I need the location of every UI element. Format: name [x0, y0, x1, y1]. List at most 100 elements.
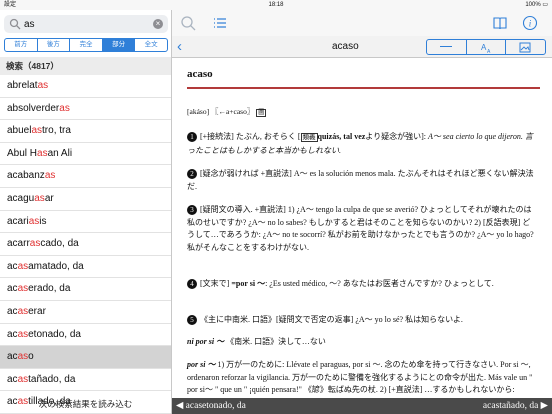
list-item-text-hl: as: [17, 373, 29, 385]
results-count: 検索（4817）: [0, 57, 171, 75]
list-item[interactable]: acaguasar: [0, 188, 171, 211]
list-item-text-pre: ac: [7, 260, 18, 272]
list-item[interactable]: abuelastro, tra: [0, 120, 171, 143]
audio-icon[interactable]: 圖: [256, 109, 267, 117]
list-item[interactable]: acarrascado, da: [0, 233, 171, 256]
font-size-button[interactable]: A A: [467, 40, 507, 54]
list-item-text-pre: ac: [7, 283, 18, 295]
sense-3: 3 [疑問文の導入. +直説法] 1) ¿A～ tengo la culpa de…: [187, 205, 534, 252]
search-mode-tab[interactable]: 後方: [38, 39, 71, 51]
result-list: abrelatas absolverderas abuelastro, tra Abu…: [0, 75, 171, 414]
status-right: 100% ▭: [525, 2, 548, 8]
search-mode-tab[interactable]: 前方: [5, 39, 38, 51]
list-item-text-hl: as: [59, 102, 70, 114]
title-divider: [187, 87, 540, 89]
sense-number: 5: [187, 315, 197, 325]
list-item-text-pre: acagu: [7, 192, 35, 204]
list-item[interactable]: absolverderas: [0, 98, 171, 121]
list-item-text-hl: as: [37, 147, 48, 159]
list-item-text-pre: absolverder: [7, 102, 60, 114]
list-item[interactable]: Abul Hasan Ali: [0, 143, 171, 166]
sidebar: × 前方後方完全部分全文 検索（4817） abrelatasabsolverd…: [0, 10, 172, 414]
sense-number: 4: [187, 279, 197, 289]
sense-5: 5 《主に中南米. 口語》[疑問文で否定の返事] ¿A～ yo lo sé? 私は…: [187, 314, 537, 327]
list-item-text-pre: ac: [7, 305, 18, 317]
list-item-text-hl: as: [17, 260, 29, 272]
view-tools: A A: [426, 39, 546, 55]
back-chevron-icon[interactable]: ‹: [177, 38, 182, 56]
synonym-tag: 類義: [300, 133, 318, 142]
search-icon[interactable]: [180, 15, 196, 31]
list-item-text-pre: ac: [7, 328, 18, 340]
list-item-text-post: erar: [28, 305, 46, 317]
svg-text:i: i: [529, 19, 532, 29]
sense-number: 2: [187, 169, 197, 179]
list-item-text-pre: abrelat: [7, 80, 38, 91]
main-pane: i ‹ acaso A A acaso [akáso] 〖←a+caso〗 圖 …: [172, 10, 552, 414]
pronunciation: [akáso] 〖←a+caso〗 圖: [187, 107, 267, 117]
image-icon: [519, 42, 531, 53]
list-item-text-post: ar: [44, 192, 54, 204]
list-item-text-hl: as: [37, 80, 49, 91]
list-item-text-pre: acabanz: [7, 170, 45, 182]
list-item[interactable]: acasetonado, da: [0, 324, 171, 347]
search-mode-tab[interactable]: 完全: [70, 39, 103, 51]
list-item[interactable]: acabanzas: [0, 165, 171, 188]
list-item-text-pre: ac: [7, 351, 18, 363]
list-item-text-post: is: [39, 215, 47, 227]
list-item[interactable]: acasamatado, da: [0, 256, 171, 279]
status-bar: 設定 18:18 100% ▭: [0, 0, 552, 10]
list-item-text-post: etonado, da: [28, 328, 81, 340]
search-mode-control[interactable]: 前方 後方 完全 部分 全文: [4, 38, 168, 52]
sense-2: 2 [疑念が弱ければ +直説法] A～ es la solución menos …: [187, 169, 534, 191]
list-item-text-post: cado, da: [40, 238, 79, 250]
prev-entry-button[interactable]: ◀ acasetonado, da: [176, 398, 246, 414]
search-icon: [9, 18, 21, 30]
font-size-icon: A A: [481, 43, 491, 54]
search-box[interactable]: ×: [4, 15, 168, 33]
list-item[interactable]: acastañado, da: [0, 369, 171, 392]
headword: acaso: [187, 68, 213, 80]
svg-text:A: A: [487, 49, 491, 54]
list-item-text-post: amatado, da: [28, 260, 84, 272]
list-item-text-hl: as: [17, 351, 29, 363]
list-item-text-pre: Abul H: [7, 147, 38, 159]
info-icon[interactable]: i: [522, 15, 538, 31]
image-view-button[interactable]: [506, 40, 545, 54]
list-item-text-hl: as: [17, 305, 29, 317]
sense-number: 3: [187, 205, 197, 215]
minus-button[interactable]: [427, 40, 467, 54]
list-item-text-post: o: [28, 351, 34, 363]
search-input[interactable]: [24, 17, 154, 31]
entry-content: acaso [akáso] 〖←a+caso〗 圖 1 [+接続法] たぶん, お…: [172, 58, 552, 407]
list-item-text-pre: abuel: [7, 125, 32, 137]
list-item-text-hl: as: [17, 283, 29, 295]
search-mode-tab[interactable]: 部分: [102, 39, 136, 51]
list-item-text-pre: acarr: [7, 238, 30, 250]
list-item-text-hl: as: [44, 170, 56, 182]
sense-1: 1 [+接続法] たぶん, おそらく [類義 quizás, tal vezより疑念…: [187, 132, 533, 155]
list-item-text-hl: as: [17, 328, 29, 340]
list-item-text-pre: ac: [7, 373, 18, 385]
sense-4: 4 [文末で] =por si ～: ¿Es usted médico, ～? あ…: [187, 278, 537, 291]
clear-icon[interactable]: ×: [153, 19, 163, 29]
load-more-button[interactable]: 次の検索結果を読み込む: [0, 394, 171, 414]
list-icon[interactable]: [212, 15, 228, 31]
book-icon[interactable]: [492, 15, 508, 31]
list-item[interactable]: abrelatas: [0, 75, 171, 98]
list-item-text-hl: as: [31, 125, 43, 137]
list-item[interactable]: acaserar: [0, 301, 171, 324]
list-item-text-hl: as: [29, 238, 41, 250]
next-entry-button[interactable]: acastañado, da ▶: [483, 398, 548, 414]
list-item-text-hl: as: [34, 192, 45, 204]
search-mode-tab[interactable]: 全文: [135, 39, 167, 51]
status-time: 18:18: [268, 2, 284, 8]
list-item[interactable]: acariasis: [0, 211, 171, 234]
list-item-text-post: erado, da: [28, 283, 71, 295]
nav-bar: ‹ acaso A A: [172, 36, 552, 58]
sense-number: 1: [187, 132, 197, 142]
list-item-text-pre: acari: [7, 215, 29, 227]
list-item[interactable]: acaserado, da: [0, 278, 171, 301]
entry-title: acaso: [332, 41, 359, 52]
list-item[interactable]: acaso: [0, 346, 171, 369]
